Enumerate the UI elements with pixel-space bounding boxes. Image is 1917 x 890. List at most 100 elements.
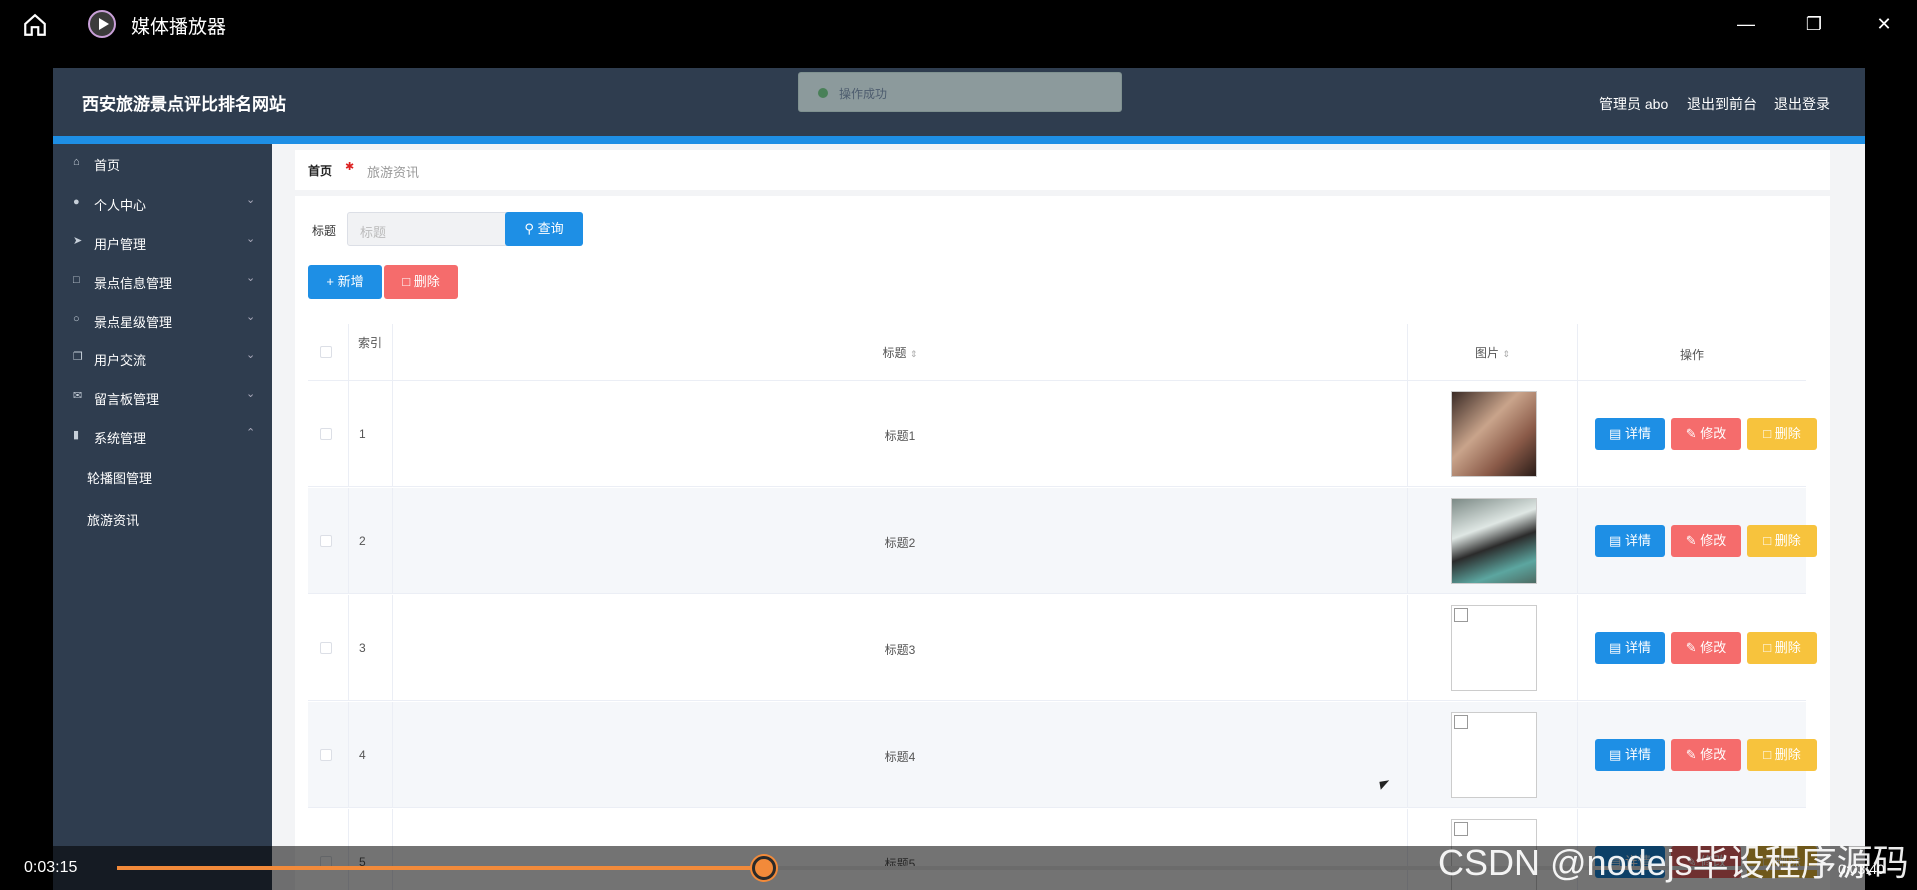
broken-image-icon <box>1454 608 1468 622</box>
minimize-icon[interactable]: — <box>1732 10 1760 38</box>
delete-button[interactable]: □ 删除 <box>384 265 458 299</box>
sidebar-item-home[interactable]: ⌂ 首页 <box>53 144 272 184</box>
row-title: 标题4 <box>393 702 1408 808</box>
document-icon: ▤ <box>1609 426 1622 441</box>
row-thumbnail[interactable] <box>1451 391 1537 477</box>
success-toast: 操作成功 <box>798 72 1122 112</box>
close-icon[interactable]: ✕ <box>1870 10 1898 38</box>
success-icon <box>818 88 828 98</box>
select-all-checkbox[interactable] <box>320 346 332 358</box>
breadcrumb-separator-icon: ✱ <box>345 161 355 173</box>
edit-button-label: 修改 <box>1700 747 1727 762</box>
bars-icon: ▮ <box>73 429 80 441</box>
search-label: 标题 <box>312 224 337 238</box>
row-delete-button[interactable]: □ 删除 <box>1747 418 1817 450</box>
pencil-icon: ✎ <box>1685 640 1697 655</box>
row-thumbnail[interactable] <box>1451 605 1537 691</box>
broken-image-icon <box>1454 715 1468 729</box>
detail-button[interactable]: ▤ 详情 <box>1595 525 1665 557</box>
sidebar-item-users[interactable]: ➤ 用户管理 ⌄ <box>53 223 272 263</box>
header-title[interactable]: 标题 ⇕ <box>393 324 1408 381</box>
restore-icon[interactable]: ❐ <box>1800 10 1828 38</box>
edit-button[interactable]: ✎ 修改 <box>1671 525 1741 557</box>
plus-icon: + <box>326 274 334 289</box>
seek-handle[interactable] <box>752 856 776 880</box>
header-picture[interactable]: 图片 ⇕ <box>1408 324 1578 381</box>
trash-icon: □ <box>1763 747 1772 762</box>
sidebar-item-label: 留言板管理 <box>94 392 160 407</box>
trash-icon: □ <box>402 274 411 289</box>
table-row: 2 标题2 ▤ 详情 ✎ 修改 □ 删除 <box>308 488 1817 594</box>
search-button[interactable]: ⚲ 查询 <box>505 212 583 246</box>
add-button[interactable]: + 新增 <box>308 265 382 299</box>
user-icon: ● <box>73 196 80 208</box>
breadcrumb: 首页 ✱ 旅游资讯 <box>295 150 1830 190</box>
row-actions: ▤ 详情 ✎ 修改 □ 删除 <box>1578 381 1817 487</box>
breadcrumb-home[interactable]: 首页 <box>308 162 332 179</box>
trash-icon: □ <box>1763 426 1772 441</box>
row-checkbox[interactable] <box>320 642 332 654</box>
detail-button[interactable]: ▤ 详情 <box>1595 739 1665 771</box>
row-index: 3 <box>349 595 393 701</box>
trash-icon: □ <box>1763 533 1772 548</box>
sidebar-item-profile[interactable]: ● 个人中心 ⌄ <box>53 184 272 224</box>
row-checkbox[interactable] <box>320 535 332 547</box>
row-checkbox[interactable] <box>320 749 332 761</box>
sidebar-item-system[interactable]: ▮ 系统管理 ⌃ <box>53 417 272 457</box>
edit-button[interactable]: ✎ 修改 <box>1671 418 1741 450</box>
pencil-icon: ✎ <box>1685 533 1697 548</box>
sidebar-item-label: 个人中心 <box>94 198 147 213</box>
sort-icon: ⇕ <box>1502 349 1510 359</box>
row-delete-button-label: 删除 <box>1774 747 1801 762</box>
row-actions: ▤ 详情 ✎ 修改 □ 删除 <box>1578 702 1817 808</box>
row-index: 4 <box>349 702 393 808</box>
window-titlebar: 媒体播放器 — ❐ ✕ <box>0 0 1917 48</box>
header-select <box>308 324 349 381</box>
row-select <box>308 702 349 808</box>
header-title-label: 标题 <box>882 346 907 360</box>
row-actions: ▤ 详情 ✎ 修改 □ 删除 <box>1578 488 1817 594</box>
row-checkbox[interactable] <box>320 428 332 440</box>
back-to-front-link[interactable]: 退出到前台 <box>1687 94 1757 114</box>
pencil-icon: ✎ <box>1685 426 1697 441</box>
row-picture <box>1408 488 1578 594</box>
top-navbar: 西安旅游景点评比排名网站 操作成功 管理员 abo 退出到前台 退出登录 <box>53 68 1865 136</box>
row-picture <box>1408 595 1578 701</box>
row-index: 1 <box>349 381 393 487</box>
row-title: 标题2 <box>393 488 1408 594</box>
sidebar-item-label: 景点信息管理 <box>94 276 173 291</box>
chevron-down-icon: ⌄ <box>246 272 256 284</box>
sidebar-subitem-carousel[interactable]: 轮播图管理 <box>87 468 152 487</box>
sidebar-item-exchange[interactable]: ❐ 用户交流 ⌄ <box>53 339 272 379</box>
message-icon: ✉ <box>73 390 83 402</box>
table-row: 4 标题4 ▤ 详情 ✎ 修改 □ 删除 <box>308 702 1817 808</box>
current-time: 0:03:15 <box>24 859 78 876</box>
home-icon[interactable] <box>22 12 48 38</box>
row-thumbnail[interactable] <box>1451 712 1537 798</box>
award-icon: ○ <box>73 313 80 325</box>
detail-button[interactable]: ▤ 详情 <box>1595 632 1665 664</box>
pencil-icon: ✎ <box>1685 747 1697 762</box>
sidebar-item-messages[interactable]: ✉ 留言板管理 ⌄ <box>53 378 272 418</box>
edit-button[interactable]: ✎ 修改 <box>1671 739 1741 771</box>
row-delete-button-label: 删除 <box>1774 533 1801 548</box>
row-thumbnail[interactable] <box>1451 498 1537 584</box>
video-frame: 西安旅游景点评比排名网站 操作成功 管理员 abo 退出到前台 退出登录 ⌂ 首… <box>53 68 1865 890</box>
media-player-icon <box>88 10 116 38</box>
sidebar-item-stars[interactable]: ○ 景点星级管理 ⌄ <box>53 301 272 341</box>
sidebar-item-label: 首页 <box>94 158 121 173</box>
sidebar-subitem-news[interactable]: 旅游资讯 <box>87 510 139 529</box>
row-select <box>308 381 349 487</box>
detail-button-label: 详情 <box>1624 747 1651 762</box>
data-table: 索引 标题 ⇕ 图片 ⇕ 操作 1 标题1 ▤ 详情 ✎ 修改 □ 删除 2 标… <box>308 324 1817 890</box>
row-delete-button[interactable]: □ 删除 <box>1747 525 1817 557</box>
sidebar-item-spots[interactable]: □ 景点信息管理 ⌄ <box>53 262 272 302</box>
add-button-label: 新增 <box>337 274 364 289</box>
logout-link[interactable]: 退出登录 <box>1774 94 1830 114</box>
edit-button[interactable]: ✎ 修改 <box>1671 632 1741 664</box>
row-delete-button-label: 删除 <box>1774 640 1801 655</box>
row-delete-button[interactable]: □ 删除 <box>1747 632 1817 664</box>
detail-button[interactable]: ▤ 详情 <box>1595 418 1665 450</box>
row-delete-button[interactable]: □ 删除 <box>1747 739 1817 771</box>
table-row: 3 标题3 ▤ 详情 ✎ 修改 □ 删除 <box>308 595 1817 701</box>
